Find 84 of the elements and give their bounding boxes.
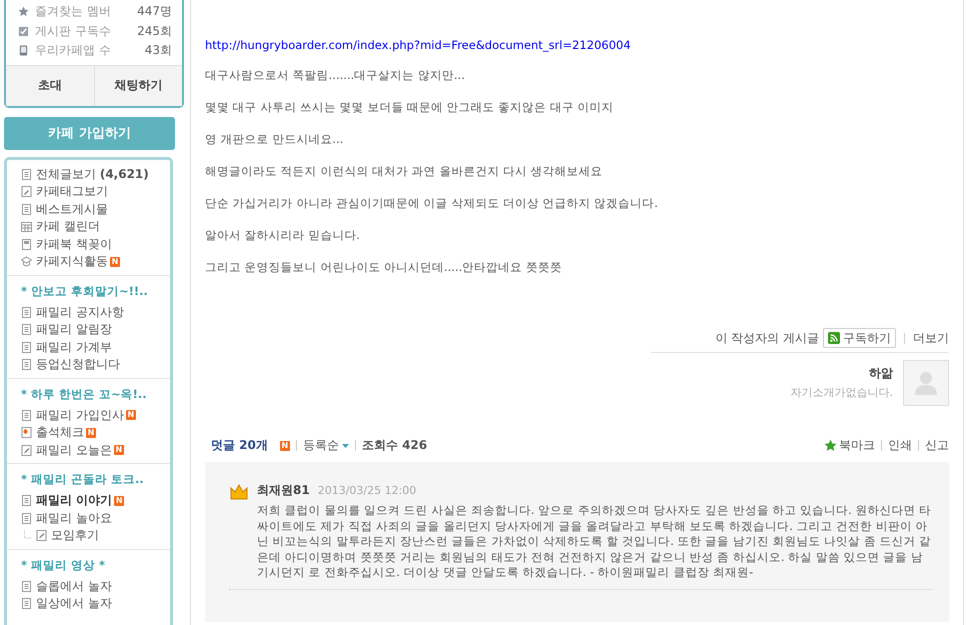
author-posts-label: 이 작성자의 게시글 <box>715 330 819 346</box>
author-intro: 자기소개가없습니다. <box>790 385 893 400</box>
post-paragraph: 몇몇 대구 사투리 쓰시는 몇몇 보더들 때문에 안그래도 좋지않은 대구 이미지 <box>205 99 615 116</box>
document-icon <box>21 342 32 353</box>
post-link[interactable]: http://hungryboarder.com/index.php?mid=Free&document_srl=21206004 <box>205 38 963 52</box>
phone-icon <box>18 45 29 56</box>
pencil-icon <box>21 444 32 456</box>
tree-line-icon <box>23 530 33 542</box>
document-icon <box>21 495 32 506</box>
menu-link[interactable]: 슬롭에서 놀자 <box>36 578 112 595</box>
menu-link[interactable]: 출석체크 <box>36 424 84 442</box>
menu-link[interactable]: 카페 캘린더 <box>36 218 100 236</box>
commenter-name: 최재원81 <box>257 482 310 499</box>
book-icon <box>21 238 32 250</box>
tag-icon <box>21 186 32 198</box>
menu-link[interactable]: 패밀리 놀아요 <box>36 510 112 527</box>
document-icon <box>21 168 32 180</box>
document-icon <box>21 306 32 318</box>
post-paragraph: 해명글이라도 적든지 이런식의 대처가 과연 올바른건지 다시 생각해보세요 <box>205 163 604 180</box>
document-icon <box>21 580 32 592</box>
calendar-icon <box>21 221 32 232</box>
post-paragraph: 대구사람으로서 쪽팔림.......대구살지는 않지만... <box>205 67 466 84</box>
document-icon <box>21 512 32 524</box>
more-link[interactable]: 더보기 <box>913 330 949 346</box>
menu-link[interactable]: 모임후기 <box>51 527 99 544</box>
post-paragraph: 그리고 운영징들보니 어린나이도 아니시던데.....안타깝네요 쯧쯧쯧 <box>205 259 563 276</box>
pencil-icon <box>36 530 47 542</box>
stat-button[interactable]: 초대 <box>6 66 94 106</box>
menu-link[interactable]: 카페지식활동 <box>36 253 108 270</box>
menu-link[interactable]: 패밀리 이야기 <box>36 492 112 510</box>
menu-link[interactable]: 전체글보기 (4,621) <box>36 166 149 183</box>
document-icon <box>21 204 32 215</box>
comment-count[interactable]: 덧글 20개 <box>211 437 268 454</box>
stat-label: 게시판 구독수 <box>35 22 112 40</box>
action-link[interactable]: 북마크 <box>839 437 875 454</box>
view-count: 조회수 426 <box>362 437 428 454</box>
comment-text: 저희 클럽이 물의를 일으켜 드린 사실은 죄송합니다. 앞으로 주의하겠으며 당사자도 깊은 반성을 하고 있습니다. 원하신다면 타 싸이트에도 제가 직접 사죄의 글을 올리던지 당사자에게 글을 올려달라고 부탁해 보도록 하겠습니다. 그리고 건전한 비판이 아닌 비꼬는식의 말투라든지 장난스런 글들은 가차없이 삭제하도록 할 것입니다. 또한 글을 남기진 회원님도 나잇살 좀 드신거 같은데 아디이명하며 쯧쯧쯧 거리는 회원님의 태도가 전혀 건전하지 않은거 같으니 반성 좀 하십시오. 하실 말씀 있으면 글을 남기시던지 로 전화주십시오. 더이상 댓글 안달도록 하겠습니다. - 하이원패밀리 클럽장 최재원- <box>257 503 932 580</box>
menu-link[interactable]: 등업신청합니다 <box>36 356 120 374</box>
menu-link[interactable]: 패밀리 가계부 <box>36 338 112 356</box>
stat-value: 245회 <box>137 22 172 40</box>
document-icon <box>21 359 32 370</box>
menu-link[interactable]: 베스트게시물 <box>36 200 108 218</box>
stat-value: 447명 <box>137 3 172 20</box>
stat-button[interactable]: 채팅하기 <box>94 66 182 106</box>
new-badge: N <box>114 445 124 456</box>
document-icon <box>21 410 32 421</box>
cap-icon <box>21 256 32 268</box>
crown-icon <box>229 482 249 502</box>
star-icon <box>824 439 837 452</box>
new-badge: N <box>280 440 290 450</box>
asterisk-icon <box>21 427 32 438</box>
document-icon <box>21 324 32 336</box>
new-badge: N <box>114 496 124 506</box>
menu-section-title: * 하루 한번은 꼬~옥!.. <box>21 386 148 402</box>
post-paragraph: 영 개판으로 만드시네요... <box>205 131 344 148</box>
action-link[interactable]: 인쇄 <box>888 437 912 454</box>
stat-value: 43회 <box>144 42 172 60</box>
subscribe-button[interactable]: 구독하기 <box>823 328 896 348</box>
menu-link[interactable]: 패밀리 공지사항 <box>36 304 124 321</box>
menu-section-title: * 안보고 후회말기~!!.. <box>21 284 149 298</box>
post-paragraph: 단순 가십거리가 아니라 관심이기때문에 이글 삭제되도 더이상 언급하지 않겠습니다. <box>205 195 659 212</box>
rss-icon <box>828 332 840 344</box>
author-name: 하앎 <box>869 365 893 382</box>
menu-link[interactable]: 카페태그보기 <box>36 183 108 200</box>
post-paragraph: 알아서 잘하시리라 믿습니다. <box>205 227 361 244</box>
menu-link[interactable]: 패밀리 알림장 <box>36 321 112 338</box>
comment-date: 2013/03/25 12:00 <box>318 484 416 497</box>
sort-dropdown[interactable]: 등록순 <box>302 437 349 454</box>
new-badge: N <box>126 410 136 420</box>
checkbox-icon <box>18 26 29 37</box>
action-link[interactable]: 신고 <box>925 437 949 454</box>
stat-label: 즐겨찾는 멤버 <box>35 3 112 20</box>
menu-link[interactable]: 패밀리 오늘은 <box>36 442 112 459</box>
menu-link[interactable]: 일상에서 놀자 <box>36 595 112 612</box>
menu-section-title: * 패밀리 곤돌라 토크.. <box>21 472 145 487</box>
new-badge: N <box>110 256 120 267</box>
new-badge: N <box>86 428 96 438</box>
stat-label: 우리카페앱 수 <box>35 42 112 60</box>
menu-section-title: * 패밀리 영상 * <box>21 558 106 572</box>
menu-link[interactable]: 패밀리 가입인사 <box>36 406 124 424</box>
caret-icon <box>342 444 349 448</box>
menu-link[interactable]: 카페북 책꽂이 <box>36 236 112 253</box>
star-icon <box>18 6 29 18</box>
document-icon <box>21 598 32 610</box>
